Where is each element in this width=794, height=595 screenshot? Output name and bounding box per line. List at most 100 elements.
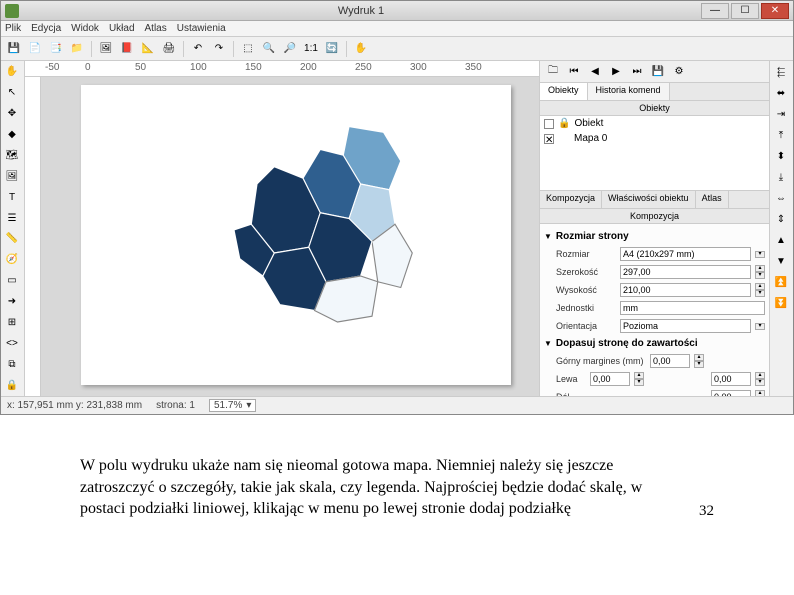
save-icon[interactable]: 💾 [5,40,23,58]
right-panel: 🗀 ⏮ ◀ ▶ ⏭ 💾 ⚙ Obiekty Historia komend Ob… [539,61,769,396]
add-map-tool[interactable]: 🗺 [3,147,21,165]
zoom-full-icon[interactable]: ⬚ [239,40,257,58]
menu-file[interactable]: Plik [5,23,21,34]
undo-icon[interactable]: ↶ [189,40,207,58]
atlas-settings-icon[interactable]: ⚙ [670,63,688,81]
width-spinner[interactable]: ▴▾ [755,265,765,279]
duplicate-icon[interactable]: 📑 [47,40,65,58]
add-legend-tool[interactable]: ☰ [3,209,21,227]
units-select[interactable] [620,301,765,315]
print-page[interactable]: ⚙ [81,85,511,385]
content-row: ✋ ↖ ✥ ◆ 🗺 🖼 T ☰ 📏 🧭 ▭ ➜ ⊞ <> ⧉ 🔒 -50 0 5… [1,61,793,396]
layout-canvas[interactable]: ⚙ [41,77,539,396]
margin-left-label: Lewa [556,374,586,384]
open-icon[interactable]: 📁 [68,40,86,58]
image-export-icon[interactable]: 🖼 [97,40,115,58]
align-right-icon[interactable]: ⇥ [772,105,790,123]
caption-text: W polu wydruku ukaże nam się nieomal got… [80,455,679,520]
visibility-checkbox[interactable] [544,119,554,129]
zoom-actual-icon[interactable]: 1:1 [302,40,320,58]
atlas-prev-icon[interactable]: ◀ [586,63,604,81]
page-label: strona: 1 [156,400,195,411]
resize-section[interactable]: ▼ Dopasuj stronę do zawartości [544,335,765,352]
svg-export-icon[interactable]: 📐 [139,40,157,58]
atlas-first-icon[interactable]: ⏮ [565,63,583,81]
page-size-section[interactable]: ▼ Rozmiar strony [544,228,765,245]
minimize-button[interactable]: — [701,3,729,19]
width-input[interactable] [620,265,751,279]
new-icon[interactable]: 📄 [26,40,44,58]
raise-icon[interactable]: ▲ [772,231,790,249]
margin-left-input[interactable] [590,372,630,386]
objects-list: ✕ Mapa 0 [540,131,769,191]
pdf-export-icon[interactable]: 📕 [118,40,136,58]
zoom-out-icon[interactable]: 🔎 [281,40,299,58]
zoom-in-icon[interactable]: 🔍 [260,40,278,58]
margin-right-spinner[interactable]: ▴▾ [755,372,765,386]
menu-view[interactable]: Widok [71,23,99,34]
atlas-last-icon[interactable]: ⏭ [628,63,646,81]
menu-atlas[interactable]: Atlas [145,23,167,34]
add-shape-tool[interactable]: ▭ [3,272,21,290]
distribute-v-icon[interactable]: ⇕ [772,210,790,228]
preset-select[interactable] [620,247,751,261]
add-scalebar-tool[interactable]: 📏 [3,230,21,248]
lower-icon[interactable]: ▼ [772,252,790,270]
orientation-dropdown-icon[interactable]: ▾ [755,323,765,330]
margin-top-spinner[interactable]: ▴▾ [694,354,704,368]
main-toolbar: 💾 📄 📑 📁 🖼 📕 📐 🖨 ↶ ↷ ⬚ 🔍 🔎 1:1 🔄 ✋ [1,37,793,61]
lock-tool[interactable]: 🔒 [3,376,21,394]
select-tool[interactable]: ↖ [3,84,21,102]
preset-dropdown-icon[interactable]: ▾ [755,251,765,258]
align-middle-icon[interactable]: ⬍ [772,147,790,165]
maximize-button[interactable]: ☐ [731,3,759,19]
add-table-tool[interactable]: ⊞ [3,314,21,332]
atlas-icon[interactable]: 🗀 [544,63,562,81]
atlas-next-icon[interactable]: ▶ [607,63,625,81]
pan-tool[interactable]: ✋ [3,63,21,81]
list-item[interactable]: ✕ Mapa 0 [540,131,769,146]
orientation-select[interactable] [620,319,751,333]
map-item[interactable] [211,115,441,345]
menu-layout[interactable]: Układ [109,23,135,34]
zoom-control[interactable]: 51.7% ▾ [209,399,256,412]
margin-left-spinner[interactable]: ▴▾ [634,372,644,386]
tab-composition[interactable]: Kompozycja [540,191,602,208]
canvas-area: -50 0 50 100 150 200 250 300 350 [25,61,539,396]
width-label: Szerokość [556,267,616,277]
refresh-icon[interactable]: 🔄 [323,40,341,58]
close-button[interactable]: ✕ [761,3,789,19]
zoom-dropdown-icon[interactable]: ▾ [246,400,251,411]
add-arrow-tool[interactable]: ➜ [3,293,21,311]
pan-icon[interactable]: ✋ [352,40,370,58]
distribute-h-icon[interactable]: ⇔ [772,189,790,207]
height-spinner[interactable]: ▴▾ [755,283,765,297]
redo-icon[interactable]: ↷ [210,40,228,58]
tab-atlas[interactable]: Atlas [696,191,729,208]
edit-nodes-tool[interactable]: ◆ [3,126,21,144]
align-center-icon[interactable]: ⬌ [772,84,790,102]
menu-edit[interactable]: Edycja [31,23,61,34]
margin-right-input[interactable] [711,372,751,386]
print-icon[interactable]: 🖨 [160,40,178,58]
align-left-icon[interactable]: ⬱ [772,63,790,81]
add-html-tool[interactable]: <> [3,334,21,352]
item-visibility-checkbox[interactable]: ✕ [544,134,554,144]
group-tool[interactable]: ⧉ [3,355,21,373]
move-content-tool[interactable]: ✥ [3,105,21,123]
tab-history[interactable]: Historia komend [588,83,670,100]
tab-objects[interactable]: Obiekty [540,83,588,100]
composition-properties: ▼ Rozmiar strony Rozmiar ▾ Szerokość ▴▾ … [540,224,769,396]
add-label-tool[interactable]: T [3,188,21,206]
margin-top-input[interactable] [650,354,690,368]
to-back-icon[interactable]: ⏬ [772,294,790,312]
add-image-tool[interactable]: 🖼 [3,167,21,185]
add-north-arrow-tool[interactable]: 🧭 [3,251,21,269]
to-front-icon[interactable]: ⏫ [772,273,790,291]
menu-settings[interactable]: Ustawienia [177,23,226,34]
tab-item-properties[interactable]: Właściwości obiektu [602,191,696,208]
atlas-export-icon[interactable]: 💾 [649,63,667,81]
align-bottom-icon[interactable]: ⤓ [772,168,790,186]
align-top-icon[interactable]: ⤒ [772,126,790,144]
height-input[interactable] [620,283,751,297]
